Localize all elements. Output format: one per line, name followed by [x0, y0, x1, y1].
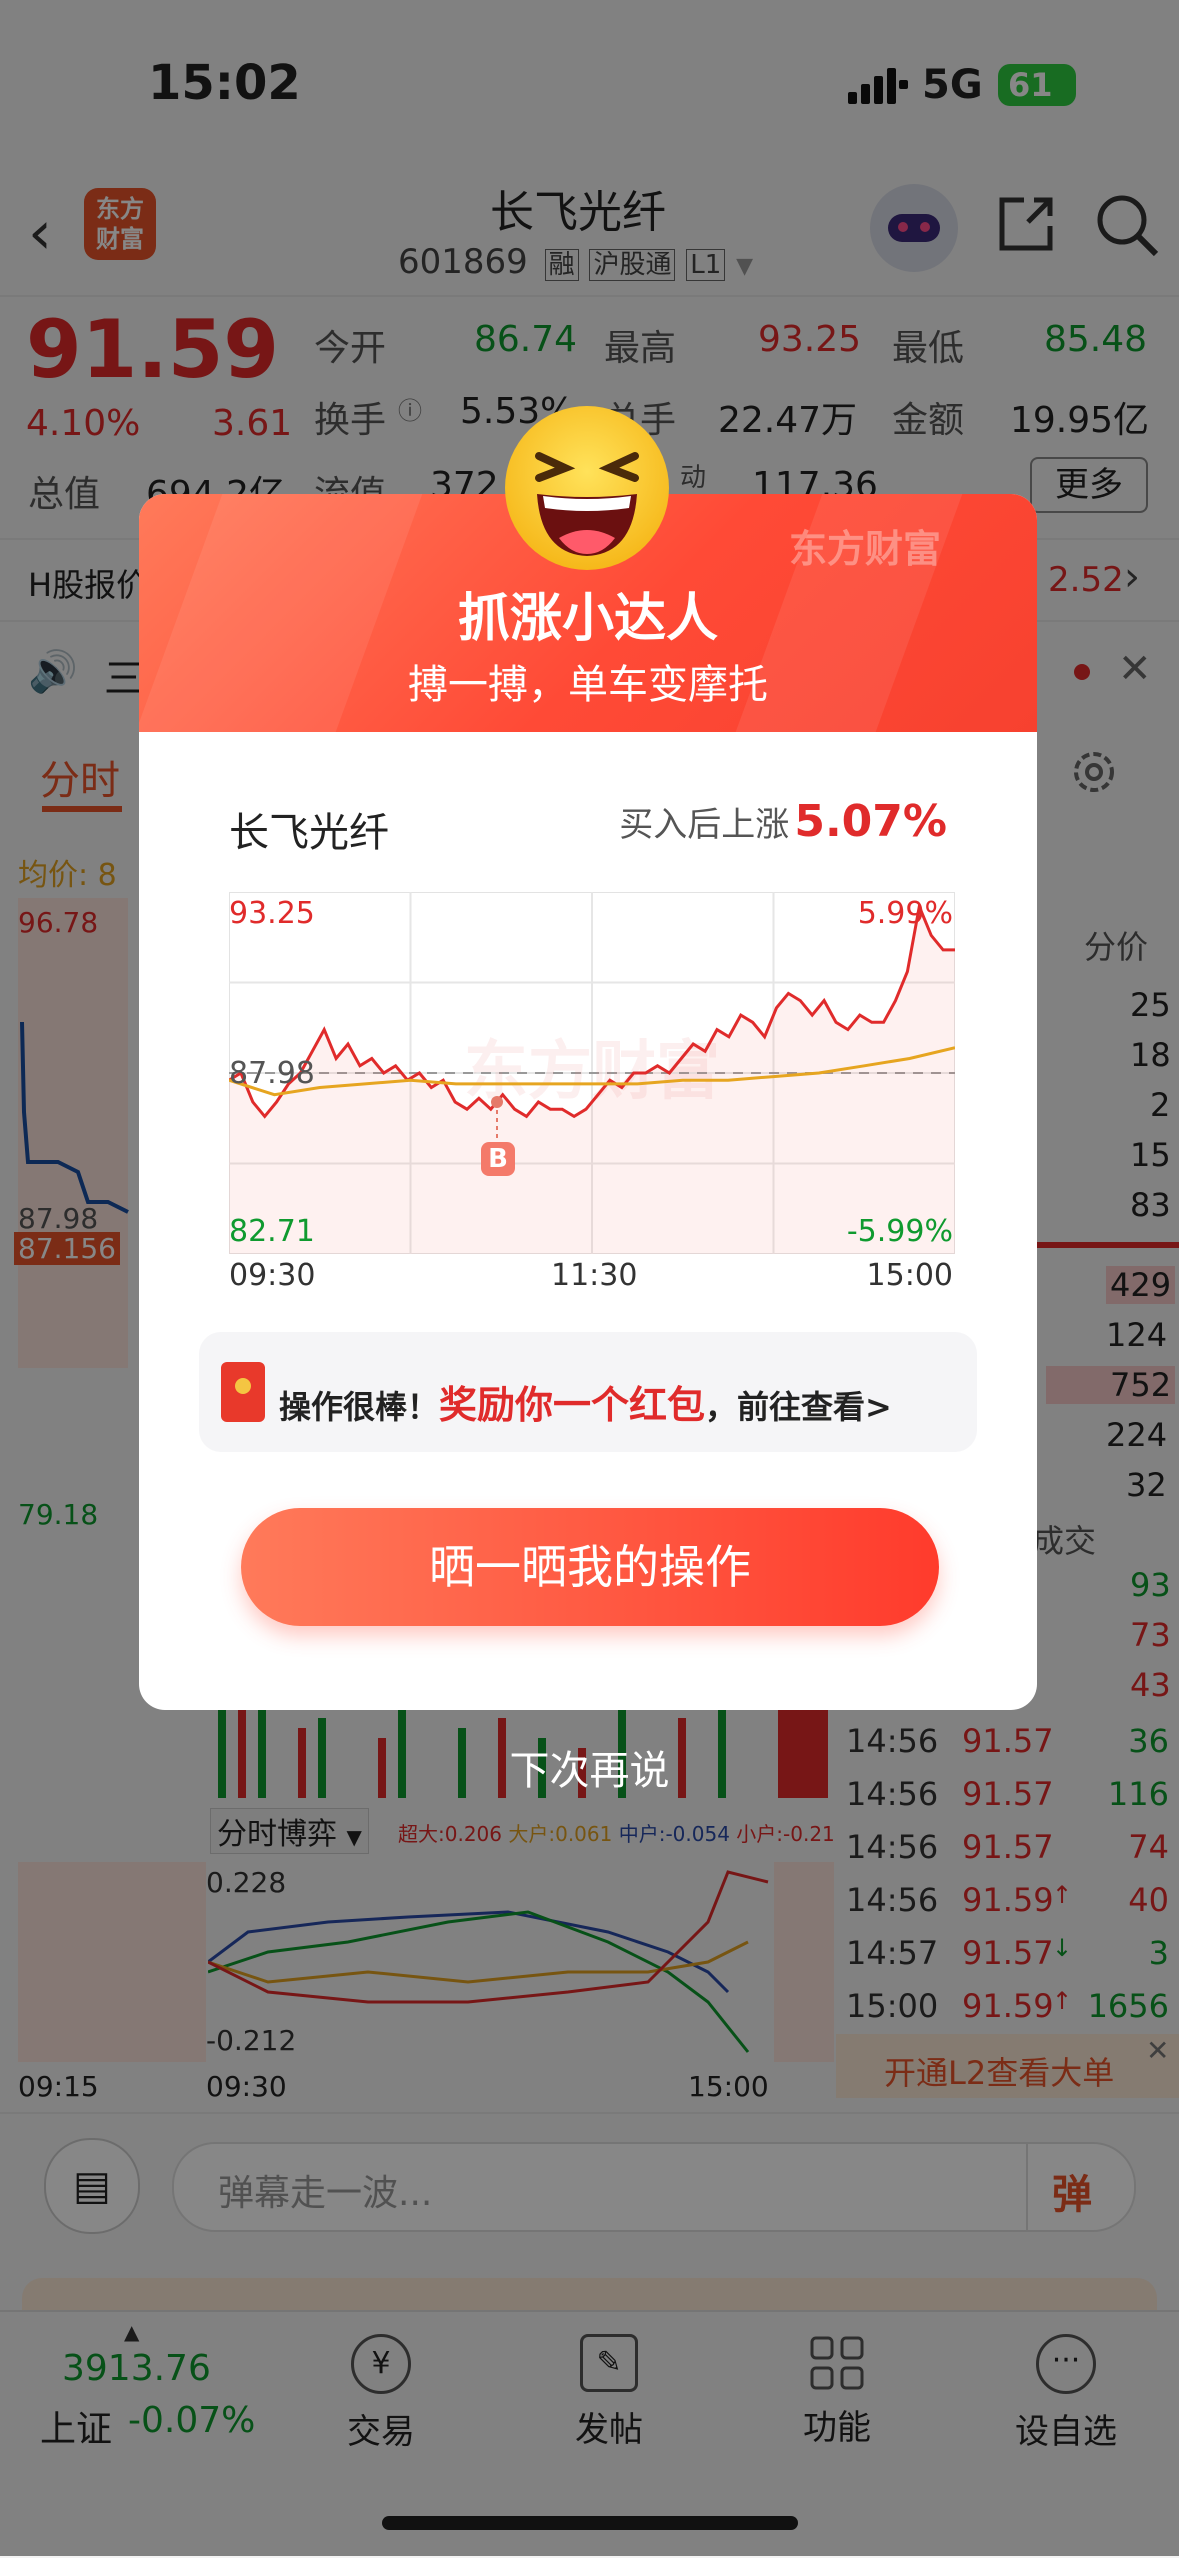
trade-chart-svg: 东方财富: [228, 891, 956, 1255]
red-envelope-icon: [221, 1362, 265, 1422]
dismiss-link[interactable]: 下次再说: [0, 1738, 1179, 1796]
chart-x-end: 15:00: [866, 1258, 953, 1293]
reward-prefix: 操作很棒！: [279, 1388, 440, 1426]
reward-modal: 东方财富 抓涨小达人 搏一搏，单车变摩托 长飞光纤 买入后上涨 5.07% 东方…: [139, 494, 1037, 1710]
chart-x-start: 09:30: [229, 1258, 316, 1293]
chart-y-top: 93.25: [229, 896, 315, 931]
modal-watermark: 东方财富: [789, 527, 942, 571]
modal-title: 抓涨小达人: [457, 589, 718, 649]
modal-stock-name: 长飞光纤: [229, 810, 389, 856]
trade-chart: 东方财富: [228, 891, 956, 1255]
gain-label: 买入后上涨: [619, 805, 790, 845]
home-indicator: [382, 2516, 798, 2530]
share-operation-button[interactable]: 晒一晒我的操作: [241, 1508, 939, 1626]
chart-y-bottom: 82.71: [229, 1214, 315, 1249]
reward-banner[interactable]: 操作很棒！奖励你一个红包，前往查看>: [199, 1332, 977, 1452]
gain-value: 5.07%: [794, 796, 947, 847]
chart-pct-bottom: -5.99%: [846, 1214, 953, 1249]
reward-suffix: ，前往查看>: [705, 1388, 892, 1426]
chart-y-mid: 87.98: [229, 1056, 315, 1091]
gain-info: 买入后上涨 5.07%: [619, 796, 947, 847]
modal-subtitle: 搏一搏，单车变摩托: [408, 662, 768, 708]
laughing-emoji-icon: [503, 404, 671, 572]
chart-pct-top: 5.99%: [857, 896, 953, 931]
reward-highlight: 奖励你一个红包: [439, 1383, 706, 1427]
chart-x-mid: 11:30: [551, 1258, 638, 1293]
buy-marker: B: [481, 1142, 515, 1176]
buy-marker-dot: [491, 1096, 503, 1108]
